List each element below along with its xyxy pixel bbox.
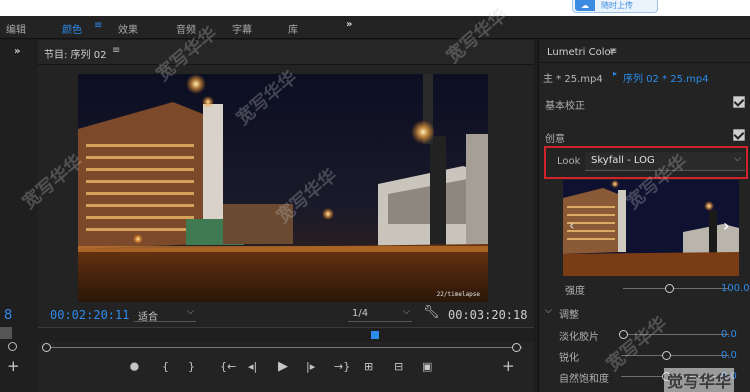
- go-to-out-icon[interactable]: →}: [334, 360, 350, 373]
- step-back-icon[interactable]: ◂|: [248, 360, 257, 373]
- sequence-clip-label[interactable]: 序列 02 * 25.mp4: [623, 70, 709, 85]
- previous-look-icon[interactable]: ‹: [569, 218, 575, 234]
- fit-dropdown[interactable]: 适合 ⌵: [134, 307, 196, 323]
- look-preview[interactable]: [563, 180, 739, 276]
- resolution-dropdown[interactable]: 1/4 ⌵: [348, 307, 412, 322]
- adjust-chevron-icon[interactable]: ⌵: [545, 306, 552, 316]
- creative-label[interactable]: 创意: [545, 130, 565, 145]
- zoom-handle-right[interactable]: [512, 343, 521, 352]
- footer-watermark: 觉写华华: [664, 368, 735, 392]
- creative-checkbox[interactable]: [733, 129, 745, 141]
- divider: [539, 62, 750, 63]
- chevron-down-icon: ⌵: [734, 154, 741, 164]
- intensity-slider-knob[interactable]: [665, 284, 674, 293]
- faded-film-value[interactable]: 0.0: [721, 329, 737, 340]
- upload-button[interactable]: ☁ 随时上传: [572, 0, 658, 13]
- lumetri-title[interactable]: Lumetri Color: [547, 47, 615, 58]
- sharpen-slider-track[interactable]: [621, 355, 729, 356]
- faded-film-slider-knob[interactable]: [619, 330, 628, 339]
- export-frame-icon[interactable]: ▣: [422, 360, 432, 373]
- tab-color[interactable]: 颜色: [62, 21, 82, 36]
- gutter-timecode-fragment: 8: [4, 308, 13, 323]
- sharpen-label: 锐化: [559, 353, 579, 364]
- chevron-right-icon: ▸: [613, 69, 618, 78]
- intensity-slider-track[interactable]: [623, 288, 729, 289]
- adjust-label[interactable]: 调整: [559, 306, 579, 321]
- play-icon[interactable]: ▶: [278, 359, 288, 374]
- cloud-icon: ☁: [575, 0, 595, 11]
- current-timecode[interactable]: 00:02:20:11: [50, 308, 129, 322]
- program-monitor-title[interactable]: 节目: 序列 02: [44, 46, 106, 61]
- wrench-icon[interactable]: 🔧︎: [423, 305, 440, 320]
- intensity-label: 强度: [565, 286, 585, 297]
- lumetri-color-panel: Lumetri Color ≡ 主 * 25.mp4 ▸ 序列 02 * 25.…: [538, 40, 750, 392]
- top-strip: ☁ 随时上传: [0, 0, 750, 16]
- expand-panels-icon[interactable]: »: [14, 46, 20, 57]
- time-ruler[interactable]: [38, 327, 534, 342]
- video-caption: 22/timelapse: [436, 291, 480, 298]
- zoom-scrollbar[interactable]: [44, 347, 522, 348]
- faded-film-slider-track[interactable]: [621, 334, 729, 335]
- button-editor-add-icon[interactable]: +: [502, 357, 515, 375]
- look-dropdown[interactable]: Skyfall - LOG ⌵: [585, 152, 745, 171]
- gutter-add-icon[interactable]: +: [7, 357, 20, 375]
- left-panel-gutter: » 8 +: [0, 40, 39, 392]
- tab-captions[interactable]: 字幕: [232, 21, 252, 36]
- chevron-down-icon: ⌵: [403, 307, 410, 317]
- master-clip-label[interactable]: 主 * 25.mp4: [543, 70, 603, 85]
- next-look-icon[interactable]: ›: [723, 216, 730, 235]
- video-frame: 22/timelapse: [78, 74, 488, 302]
- workspace-bar: 编辑 颜色 ≡ 效果 音频 字幕 库 »: [0, 16, 750, 39]
- upload-button-label: 随时上传: [601, 1, 633, 10]
- sharpen-slider-knob[interactable]: [662, 351, 671, 360]
- sharpen-value[interactable]: 0.0: [721, 350, 737, 361]
- tab-libraries[interactable]: 库: [288, 21, 298, 36]
- faded-film-label: 淡化胶片: [559, 332, 599, 343]
- chevron-down-icon: ⌵: [187, 307, 194, 317]
- tab-audio[interactable]: 音频: [176, 21, 196, 36]
- fit-dropdown-value: 适合: [138, 312, 158, 323]
- program-monitor-menu-icon[interactable]: ≡: [112, 45, 120, 56]
- playhead[interactable]: [371, 331, 379, 339]
- intensity-value[interactable]: 100.0: [721, 283, 750, 294]
- gutter-zoom-handle[interactable]: [8, 342, 17, 351]
- look-preview-image: [563, 180, 739, 276]
- step-forward-icon[interactable]: |▸: [306, 360, 315, 373]
- tab-color-menu-icon[interactable]: ≡: [94, 20, 102, 31]
- resolution-value: 1/4: [352, 308, 369, 319]
- go-to-in-icon[interactable]: {←: [220, 360, 236, 373]
- look-dropdown-value: Skyfall - LOG: [591, 155, 655, 166]
- zoom-handle-left[interactable]: [42, 343, 51, 352]
- night-street-image: [78, 74, 488, 302]
- more-workspaces-icon[interactable]: »: [346, 19, 352, 30]
- basic-correction-label[interactable]: 基本校正: [545, 97, 585, 112]
- add-marker-icon[interactable]: ⯃: [130, 361, 139, 375]
- tab-edit[interactable]: 编辑: [6, 21, 26, 36]
- extract-icon[interactable]: ⊟: [394, 360, 403, 373]
- lumetri-menu-icon[interactable]: ≡: [609, 46, 617, 57]
- look-label: Look: [557, 156, 581, 167]
- lift-icon[interactable]: ⊞: [364, 360, 373, 373]
- tab-effects[interactable]: 效果: [118, 21, 138, 36]
- program-controls: 00:02:20:11 适合 ⌵ 1/4 ⌵ 🔧︎ 00:03:20:18 ⯃ …: [38, 305, 534, 392]
- gutter-zoom-bar[interactable]: [0, 327, 12, 339]
- duration-timecode: 00:03:20:18: [448, 308, 528, 322]
- mark-in-icon[interactable]: {: [162, 360, 169, 373]
- program-monitor-header: 节目: 序列 02 ≡: [38, 40, 534, 65]
- vibrance-label: 自然饱和度: [559, 374, 609, 385]
- basic-correction-checkbox[interactable]: [733, 96, 745, 108]
- mark-out-icon[interactable]: }: [188, 360, 195, 373]
